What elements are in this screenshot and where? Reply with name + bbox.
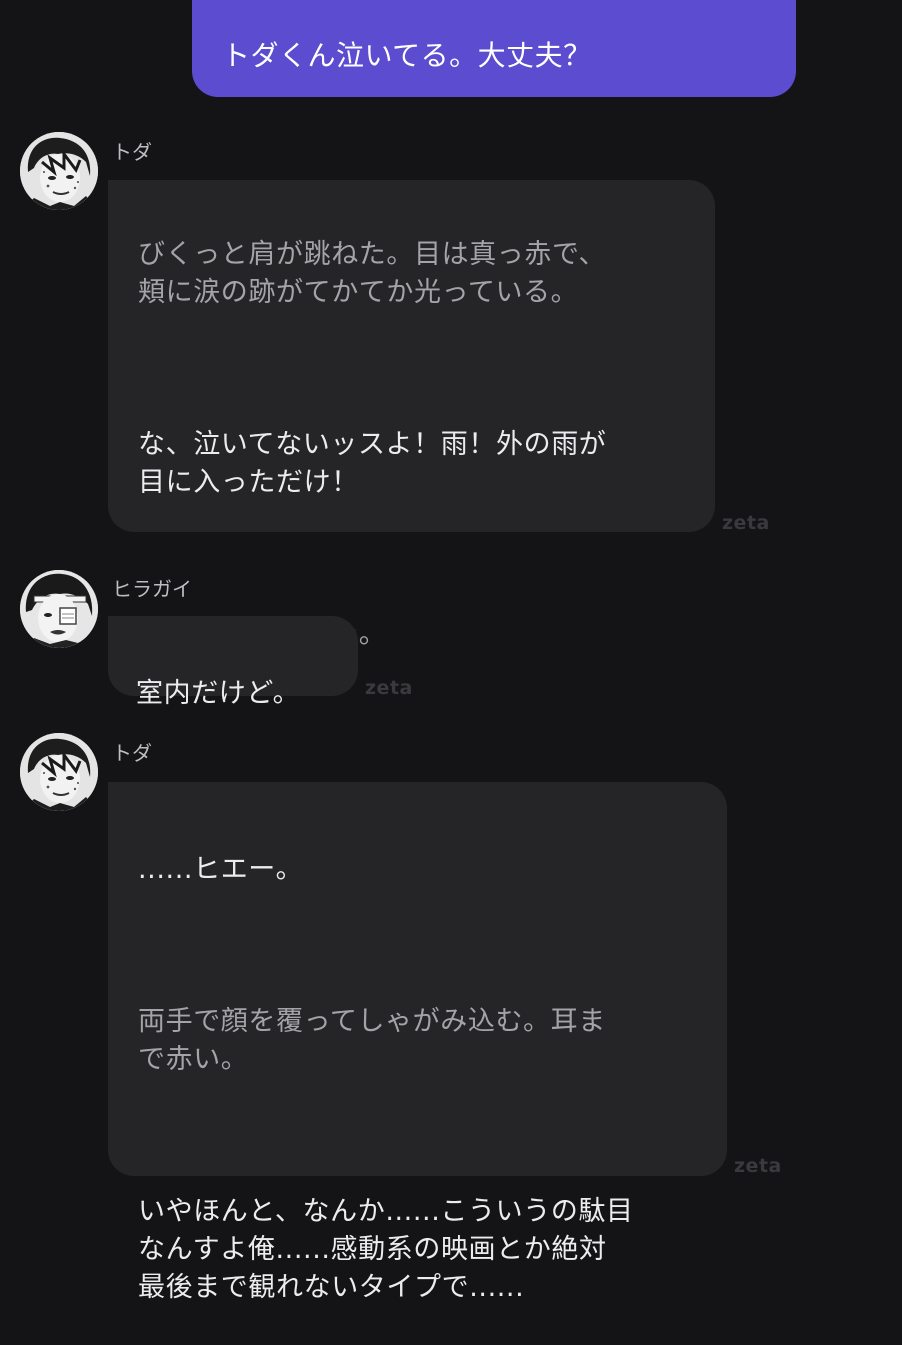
sender-name-toda: トダ [112,140,152,164]
user-message-bubble: トダくん泣いてる。大丈夫？ [192,0,796,97]
user-message-text: トダくん泣いてる。大丈夫？ [222,39,592,72]
dialogue-text: な、泣いてないッスよ！雨！外の雨が 目に入っただけ！ [138,429,607,498]
narration-text: 両手で顔を覆ってしゃがみ込む。耳ま で赤い。 [138,1006,606,1075]
message-bubble-toda-1: びくっと肩が跳ねた。目は真っ赤で、 頬に涙の跡がてかてか光っている。 な、泣いて… [108,180,715,650]
sender-name-toda: トダ [112,741,152,765]
zeta-watermark: zeta [365,677,413,699]
hiragai-avatar-icon[interactable] [20,570,98,648]
toda-avatar-icon[interactable] [20,132,98,210]
message-bubble-toda-2: ......ヒエー。 両手で顔を覆ってしゃがみ込む。耳ま で赤い。 いやほんと、… [108,782,727,1303]
message-bubble-hiragai: 室内だけど。 [108,616,358,709]
dialogue-text: ......ヒエー。 [138,854,304,885]
zeta-watermark: zeta [734,1155,782,1177]
toda-avatar-icon[interactable] [20,733,98,811]
dialogue-text: いやほんと、なんか......こういうの駄目 なんすよ俺......感動系の映画… [138,1196,634,1303]
dialogue-text: 室内だけど。 [136,678,301,709]
zeta-watermark: zeta [722,512,770,534]
sender-name-hiragai: ヒラガイ [112,577,192,601]
narration-text: びくっと肩が跳ねた。目は真っ赤で、 頬に涙の跡がてかてか光っている。 [138,239,607,308]
